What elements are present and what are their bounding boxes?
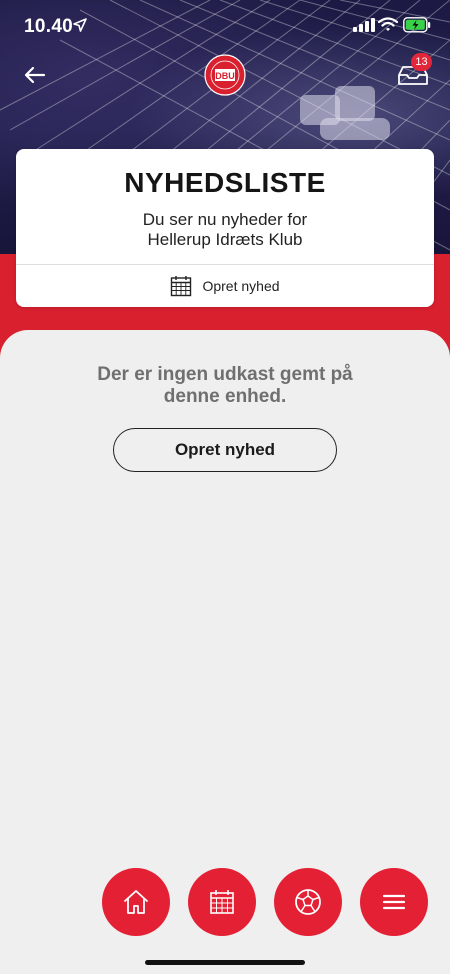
wifi-icon xyxy=(378,17,398,31)
inbox-badge: 13 xyxy=(411,53,432,71)
news-list-card: NYHEDSLISTE Du ser nu nyheder for Heller… xyxy=(16,149,434,307)
empty-state-line-1: Der er ingen udkast gemt på xyxy=(97,364,353,385)
nav-menu-button[interactable] xyxy=(360,868,428,936)
logo-text: DBU xyxy=(215,71,235,81)
page-title: NYHEDSLISTE xyxy=(124,167,326,198)
home-indicator xyxy=(145,960,305,965)
home-icon xyxy=(124,890,148,914)
back-button[interactable] xyxy=(22,62,52,88)
football-icon xyxy=(295,889,321,915)
empty-state-message: Der er ingen udkast gemt på denne enhed. xyxy=(40,364,410,408)
create-news-button[interactable]: Opret nyhed xyxy=(113,428,337,472)
create-news-link-label: Opret nyhed xyxy=(202,278,280,294)
dbu-logo: DBU xyxy=(204,54,246,96)
clock: 10.40 xyxy=(24,16,74,37)
nav-calendar-button[interactable] xyxy=(188,868,256,936)
battery-charging-icon xyxy=(403,17,431,33)
calendar-icon xyxy=(171,276,192,297)
status-bar: 10.40 xyxy=(0,0,450,54)
empty-state-line-2: denne enhed. xyxy=(163,386,287,407)
calendar-icon xyxy=(210,890,234,914)
create-news-link[interactable]: Opret nyhed xyxy=(16,265,434,307)
subtitle-line-2: Hellerup Idræts Klub xyxy=(147,230,303,249)
nav-matches-button[interactable] xyxy=(274,868,342,936)
menu-icon xyxy=(382,894,406,910)
location-arrow-icon xyxy=(73,18,87,32)
cellular-signal-icon xyxy=(353,18,375,32)
club-subtitle: Du ser nu nyheder for Hellerup Idræts Kl… xyxy=(16,210,434,250)
nav-home-button[interactable] xyxy=(102,868,170,936)
arrow-left-icon xyxy=(24,66,46,84)
subtitle-line-1: Du ser nu nyheder for xyxy=(142,210,308,229)
